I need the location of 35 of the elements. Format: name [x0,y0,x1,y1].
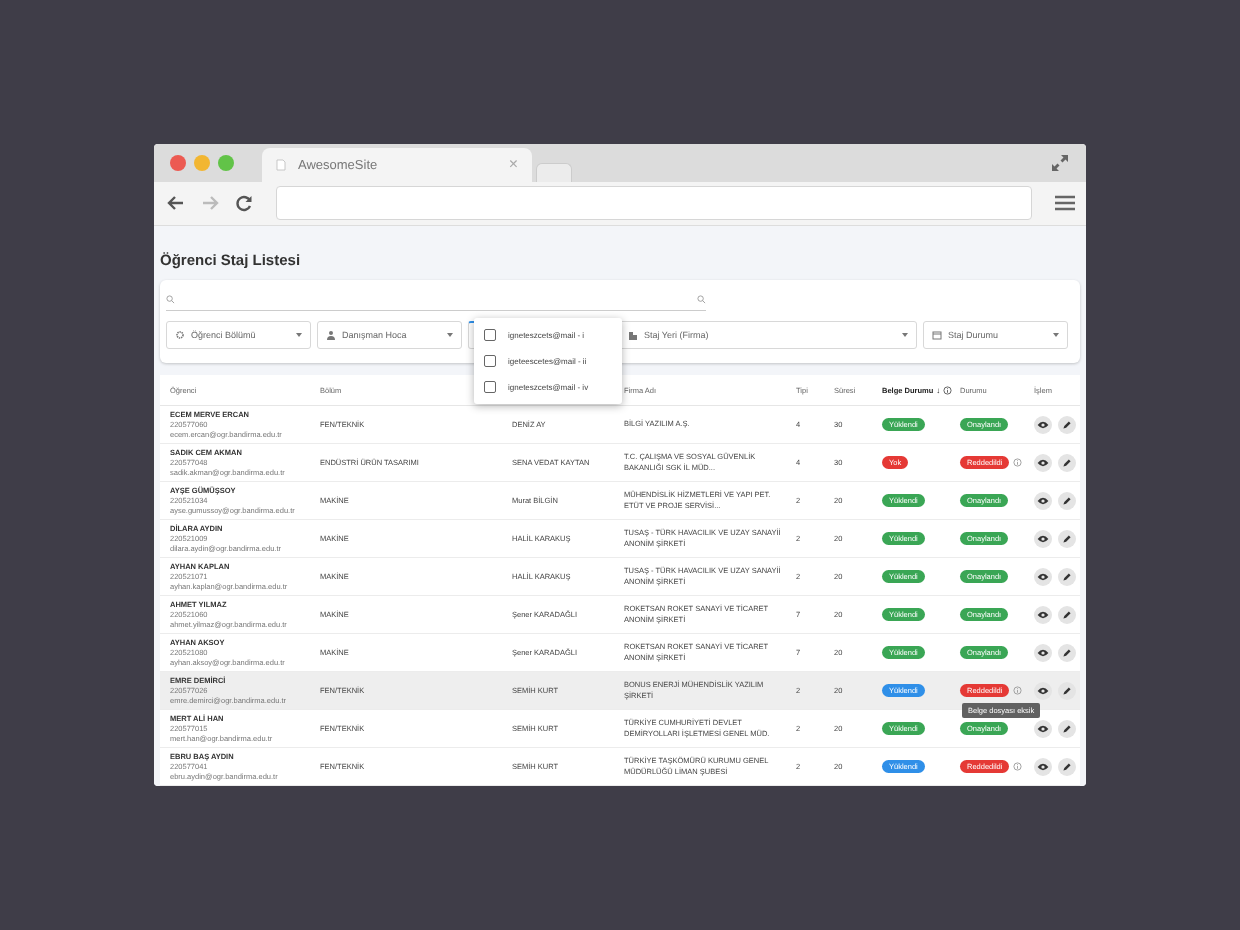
view-icon[interactable] [1034,491,1052,510]
caret-icon [902,333,908,337]
caret-icon [1053,333,1059,337]
building-icon [628,330,638,340]
menu-icon[interactable] [1054,195,1076,212]
back-icon[interactable] [166,193,186,214]
edit-icon[interactable] [1058,529,1076,548]
edit-icon[interactable] [1058,719,1076,738]
view-icon[interactable] [1034,681,1052,700]
caret-icon [296,333,302,337]
edit-icon[interactable] [1058,415,1076,434]
edit-icon[interactable] [1058,567,1076,586]
view-icon[interactable] [1034,529,1052,548]
view-icon[interactable] [1034,453,1052,472]
expand-icon[interactable] [1050,152,1070,173]
checkbox[interactable] [484,381,496,393]
caret-icon [447,333,453,337]
view-icon[interactable] [1034,605,1052,624]
close-window-button[interactable] [170,154,186,171]
checkbox[interactable] [484,329,496,341]
view-icon[interactable] [1034,643,1052,662]
edit-icon[interactable] [1058,757,1076,776]
edit-icon[interactable] [1058,681,1076,700]
person-icon [326,330,336,340]
edit-icon[interactable] [1058,643,1076,662]
view-icon[interactable] [1034,567,1052,586]
reload-icon[interactable] [234,193,254,214]
view-icon[interactable] [1034,757,1052,776]
checkbox[interactable] [484,355,496,367]
edit-icon[interactable] [1058,491,1076,510]
view-icon[interactable] [1034,415,1052,434]
edit-icon[interactable] [1058,453,1076,472]
view-icon[interactable] [1034,719,1052,738]
edit-icon[interactable] [1058,605,1076,624]
page-icon [276,158,286,171]
